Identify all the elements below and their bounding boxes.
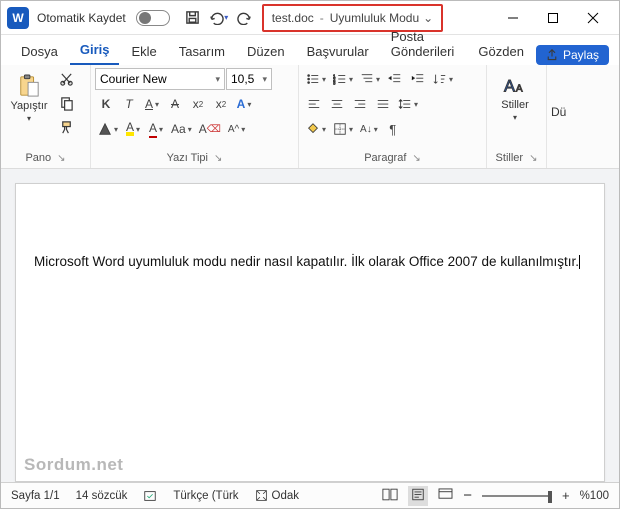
cut-button[interactable] <box>55 68 77 90</box>
minimize-button[interactable] <box>493 3 533 33</box>
multilevel-button[interactable] <box>357 68 383 90</box>
word-app-icon: W <box>7 7 29 29</box>
tab-duzenle-trunc[interactable]: Dü <box>551 105 573 119</box>
tab-posta[interactable]: Posta Gönderileri <box>381 24 467 65</box>
borders-button[interactable] <box>330 118 356 140</box>
decrease-indent-button[interactable] <box>384 68 406 90</box>
align-left-button[interactable] <box>303 93 325 115</box>
align-right-button[interactable] <box>349 93 371 115</box>
view-print-icon[interactable] <box>408 486 428 506</box>
page[interactable]: Microsoft Word uyumluluk modu nedir nası… <box>15 183 605 482</box>
dialog-launcher-icon[interactable]: ↘ <box>214 153 222 164</box>
superscript-button[interactable]: x2 <box>210 93 232 115</box>
svg-text:A: A <box>504 77 515 95</box>
zoom-slider[interactable] <box>482 495 552 497</box>
clear-format-button[interactable]: A⌫ <box>196 118 224 140</box>
svg-text:3: 3 <box>333 80 336 85</box>
change-case-button[interactable]: Aa <box>168 118 195 140</box>
ribbon: Yapıştır ▾ Pano↘ Courier New▾ 10,5▾ K T … <box>1 65 619 169</box>
ribbon-tabs: Dosya Giriş Ekle Tasarım Düzen Başvurula… <box>1 35 619 65</box>
justify-button[interactable] <box>372 93 394 115</box>
underline-button[interactable]: A <box>141 93 163 115</box>
compat-mode-label: Uyumluluk Modu <box>330 11 419 25</box>
tab-ekle[interactable]: Ekle <box>121 39 166 65</box>
status-bar: Sayfa 1/1 14 sözcük Türkçe (Türk Odak − … <box>1 482 619 508</box>
bold-button[interactable]: K <box>95 93 117 115</box>
group-label-pano: Pano <box>25 152 51 164</box>
font-size-select[interactable]: 10,5▾ <box>226 68 272 90</box>
view-web-icon[interactable] <box>438 488 453 504</box>
status-spellcheck[interactable] <box>143 489 157 503</box>
view-read-icon[interactable] <box>382 488 398 504</box>
group-label-yazi: Yazı Tipi <box>167 152 208 164</box>
autosave-label: Otomatik Kaydet <box>37 11 126 25</box>
tab-dosya[interactable]: Dosya <box>11 39 68 65</box>
char-border-button[interactable]: A^ <box>225 118 248 140</box>
zoom-out-button[interactable]: − <box>463 487 472 504</box>
tab-basvurular[interactable]: Başvurular <box>297 39 379 65</box>
subscript-button[interactable]: x2 <box>187 93 209 115</box>
chevron-down-icon: ⌄ <box>423 11 433 25</box>
font-color-button[interactable]: A <box>145 118 167 140</box>
copy-button[interactable] <box>55 92 77 114</box>
bullets-button[interactable] <box>303 68 329 90</box>
text-effects-button[interactable]: A <box>233 93 255 115</box>
grow-font-button[interactable] <box>95 118 121 140</box>
maximize-button[interactable] <box>533 3 573 33</box>
group-label-paragraf: Paragraf <box>364 152 406 164</box>
dialog-launcher-icon[interactable]: ↘ <box>412 153 420 164</box>
dialog-launcher-icon[interactable]: ↘ <box>57 153 65 164</box>
document-body[interactable]: Microsoft Word uyumluluk modu nedir nası… <box>34 254 586 273</box>
text-cursor <box>579 255 580 269</box>
numbering-button[interactable]: 123 <box>330 68 356 90</box>
status-language[interactable]: Türkçe (Türk <box>173 490 238 502</box>
zoom-level[interactable]: %100 <box>580 490 609 502</box>
italic-button[interactable]: T <box>118 93 140 115</box>
autosave-toggle[interactable] <box>136 10 170 26</box>
status-focus[interactable]: Odak <box>255 489 300 502</box>
sort-button[interactable] <box>430 68 456 90</box>
line-spacing-button[interactable] <box>395 93 421 115</box>
tab-gozden[interactable]: Gözden <box>468 39 534 65</box>
font-family-select[interactable]: Courier New▾ <box>95 68 225 90</box>
status-words[interactable]: 14 sözcük <box>76 490 128 502</box>
highlight-button[interactable]: A <box>122 118 144 140</box>
redo-icon[interactable] <box>235 8 255 28</box>
close-button[interactable] <box>573 3 613 33</box>
zoom-in-button[interactable]: + <box>562 488 570 503</box>
tab-giris[interactable]: Giriş <box>70 37 120 65</box>
tab-tasarim[interactable]: Tasarım <box>169 39 235 65</box>
share-button[interactable]: Paylaş <box>536 45 609 65</box>
format-painter-button[interactable] <box>55 116 77 138</box>
undo-icon[interactable]: ▾ <box>209 8 229 28</box>
dialog-launcher-icon[interactable]: ↘ <box>529 153 537 164</box>
save-icon[interactable] <box>183 8 203 28</box>
increase-indent-button[interactable] <box>407 68 429 90</box>
strikethrough-button[interactable]: A <box>164 93 186 115</box>
svg-text:A: A <box>516 83 523 94</box>
group-label-stiller: Stiller <box>496 152 524 164</box>
filename: test.doc <box>272 11 314 25</box>
shading-button[interactable] <box>303 118 329 140</box>
align-center-button[interactable] <box>326 93 348 115</box>
status-page[interactable]: Sayfa 1/1 <box>11 490 60 502</box>
tab-duzen[interactable]: Düzen <box>237 39 295 65</box>
watermark: Sordum.net <box>24 455 123 475</box>
show-marks-button[interactable]: ¶ <box>382 118 404 140</box>
sort-para-button[interactable]: A↓ <box>357 118 381 140</box>
paste-button[interactable]: Yapıştır ▾ <box>5 68 53 128</box>
document-area: Microsoft Word uyumluluk modu nedir nası… <box>1 169 619 482</box>
styles-button[interactable]: AA Stiller ▾ <box>491 68 539 128</box>
